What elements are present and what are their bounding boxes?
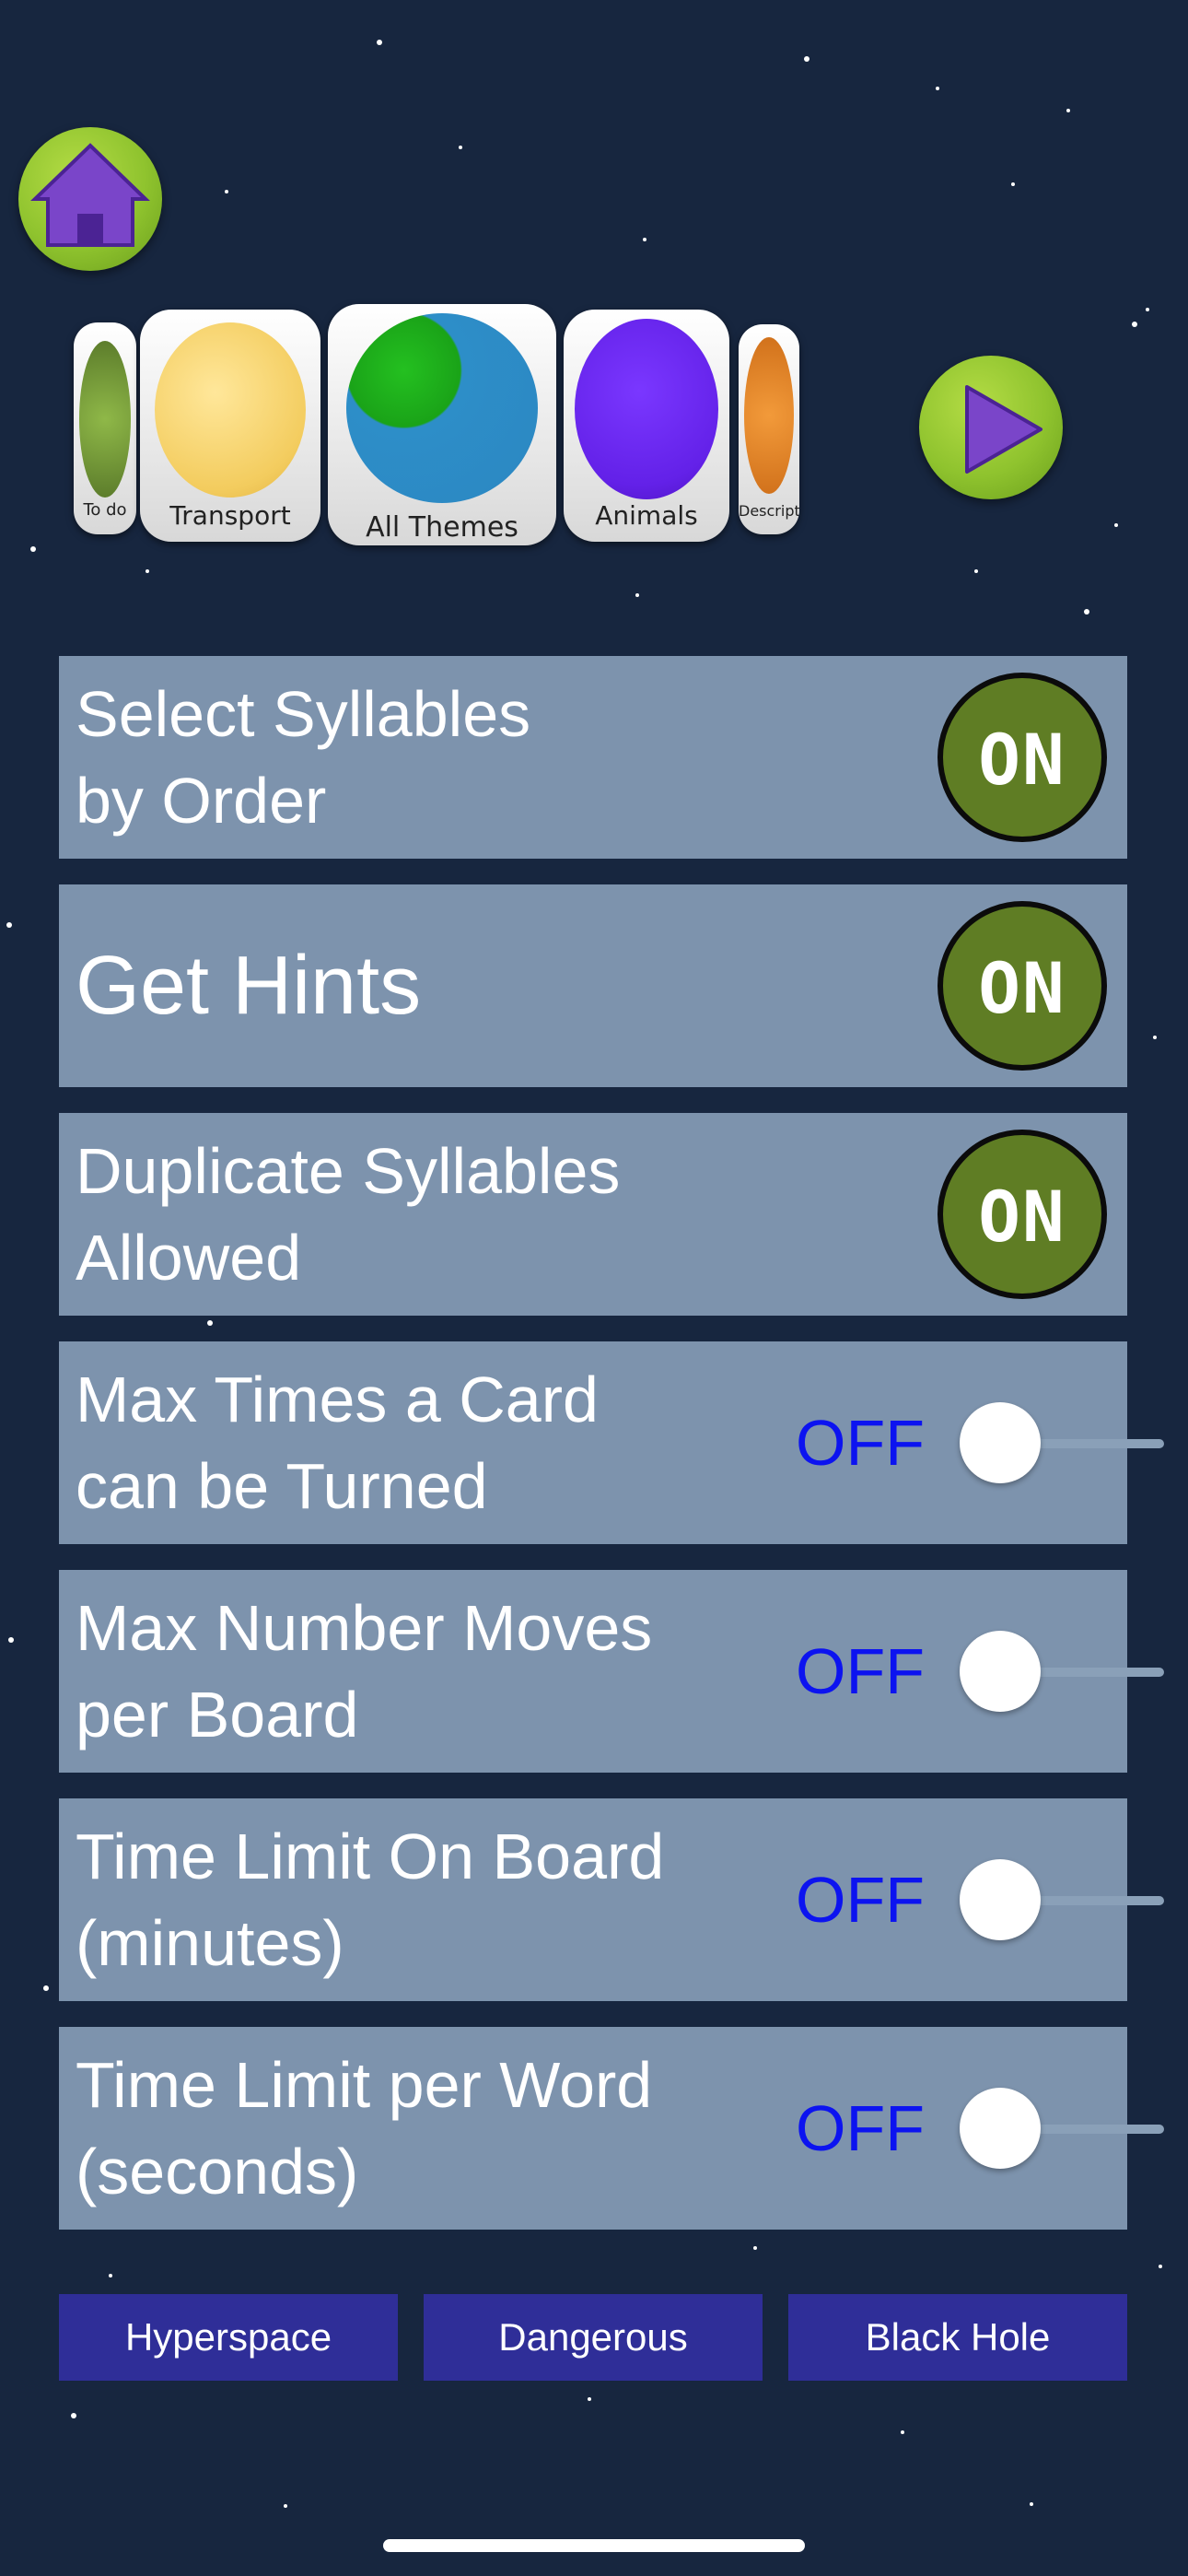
theme-card-todo[interactable]: To do — [74, 322, 136, 534]
state-text: OFF — [796, 1407, 925, 1479]
green-planet-icon — [79, 341, 131, 498]
theme-card-label: To do — [83, 500, 127, 520]
hyperspace-button[interactable]: Hyperspace — [59, 2294, 398, 2381]
toggle-knob[interactable] — [960, 1859, 1041, 1940]
setting-label: Time Limit On Board (minutes) — [76, 1821, 665, 1979]
setting-row-max-number-moves: Max Number Moves per Board OFF — [59, 1570, 1164, 1773]
yellow-planet-icon — [155, 322, 306, 498]
setting-row-duplicate-syllables-allowed: Duplicate Syllables Allowed ON — [59, 1113, 1127, 1316]
orange-planet-icon — [744, 337, 794, 494]
setting-label: Duplicate Syllables Allowed — [76, 1135, 621, 1294]
theme-card-animals[interactable]: Animals — [564, 310, 729, 542]
home-icon — [30, 143, 150, 247]
black-hole-button[interactable]: Black Hole — [788, 2294, 1127, 2381]
setting-row-get-hints: Get Hints ON — [59, 884, 1127, 1087]
theme-carousel[interactable]: To do Transport All Themes Animals Descr… — [74, 304, 820, 553]
on-button[interactable]: ON — [938, 1130, 1107, 1299]
home-indicator[interactable] — [383, 2539, 805, 2552]
earth-icon — [346, 313, 538, 503]
setting-row-time-limit-on-board: Time Limit On Board (minutes) OFF — [59, 1798, 1164, 2001]
theme-card-label: Animals — [595, 500, 698, 531]
setting-label: Select Syllables by Order — [76, 678, 531, 837]
play-icon — [965, 385, 1042, 474]
theme-card-transport[interactable]: Transport — [140, 310, 320, 542]
setting-label: Max Number Moves per Board — [76, 1592, 653, 1751]
state-text: OFF — [796, 1635, 925, 1707]
theme-card-all-themes[interactable]: All Themes — [328, 304, 556, 545]
on-button-text: ON — [978, 947, 1066, 1029]
theme-card-description[interactable]: Description — [739, 324, 799, 534]
setting-row-max-times-card-turned: Max Times a Card can be Turned OFF — [59, 1341, 1164, 1544]
on-button[interactable]: ON — [938, 673, 1107, 842]
theme-card-label: Description — [739, 502, 799, 520]
setting-label: Time Limit per Word (seconds) — [76, 2049, 653, 2207]
theme-card-label: All Themes — [366, 511, 518, 544]
toggle-knob[interactable] — [960, 1402, 1041, 1483]
setting-row-time-limit-per-word: Time Limit per Word (seconds) OFF — [59, 2027, 1164, 2230]
on-button-text: ON — [978, 1176, 1066, 1258]
theme-card-label: Transport — [169, 500, 291, 531]
state-text: OFF — [796, 1864, 925, 1936]
setting-label: Get Hints — [76, 940, 422, 1032]
on-button[interactable]: ON — [938, 901, 1107, 1071]
setting-label: Max Times a Card can be Turned — [76, 1364, 599, 1522]
toggle-knob[interactable] — [960, 1631, 1041, 1712]
state-text: OFF — [796, 2092, 925, 2164]
home-button[interactable] — [18, 127, 162, 271]
purple-planet-icon — [575, 319, 718, 499]
setting-row-select-syllables-by-order: Select Syllables by Order ON — [59, 656, 1127, 859]
play-button[interactable] — [919, 356, 1063, 499]
toggle-knob[interactable] — [960, 2088, 1041, 2169]
dangerous-button[interactable]: Dangerous — [424, 2294, 763, 2381]
on-button-text: ON — [978, 719, 1066, 801]
